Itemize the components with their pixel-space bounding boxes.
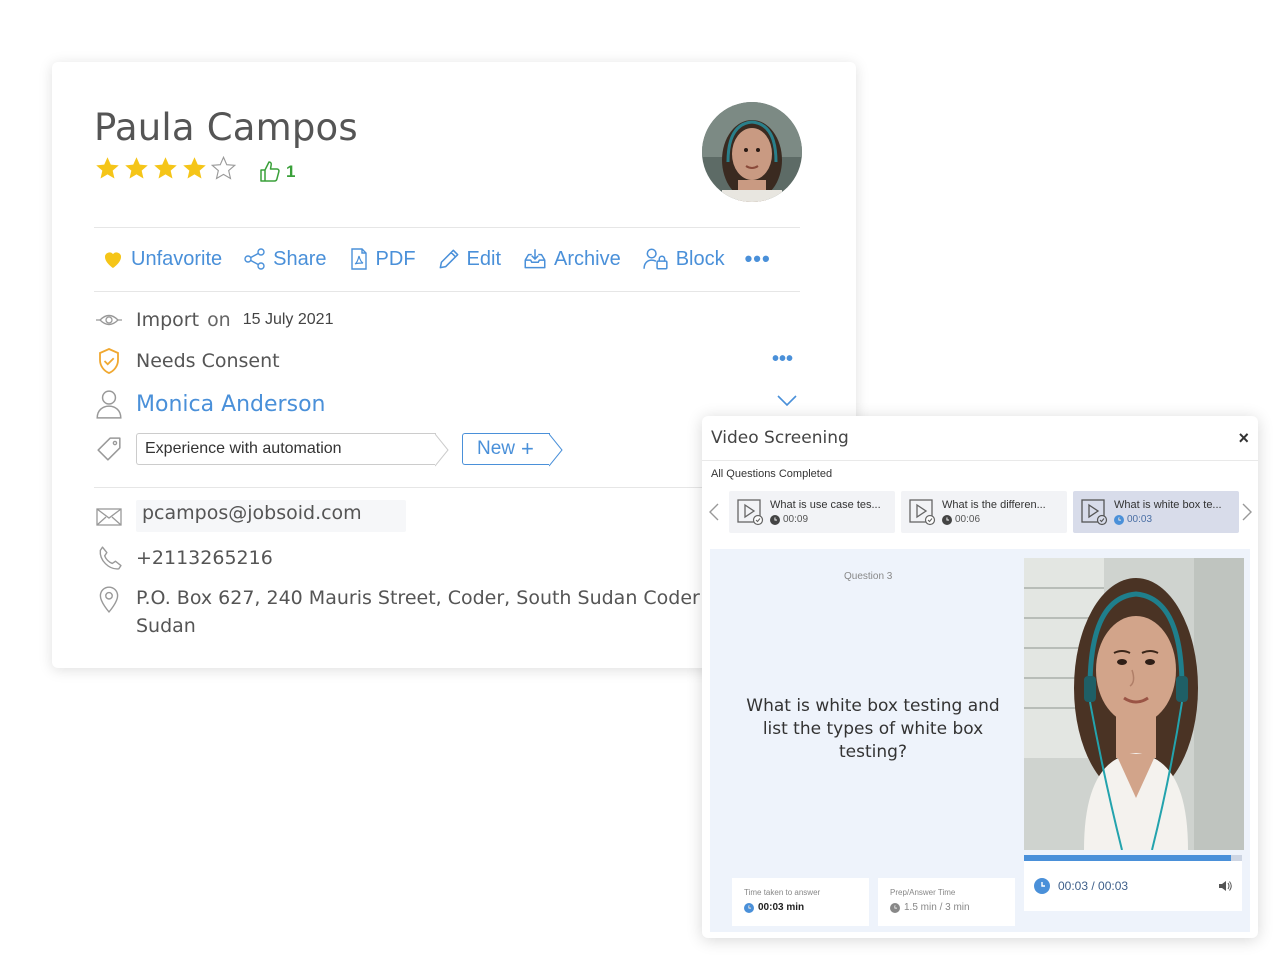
address-row: P.O. Box 627, 240 Mauris Street, Coder, … [94,584,736,640]
question-tab-duration: 00:09 [783,514,809,525]
unfavorite-button[interactable]: Unfavorite [100,247,222,271]
share-button[interactable]: Share [242,247,327,271]
chevron-right-icon[interactable] [1240,502,1254,522]
candidate-avatar [702,102,802,202]
shield-check-icon [99,348,119,374]
like-count: 1 [286,162,296,181]
time-taken-card: Time taken to answer 00:03 min [732,878,869,926]
clock-icon [1034,878,1050,894]
time-taken-value: 00:03 min [758,902,805,913]
question-stage: Question 3 What is white box testing and… [710,549,1250,932]
phone-row: +2113265216 [94,543,273,573]
divider [94,227,800,228]
tag-tip-shape [549,433,563,467]
tags-row: Experience with automation New + [94,433,563,467]
email-row: pcampos@jobsoid.com [94,500,406,532]
new-tag-button[interactable]: New + [462,433,563,467]
question-tab-title: What is white box te... [1114,499,1222,511]
location-pin-icon [99,586,119,613]
video-answer-icon [909,499,936,526]
pdf-icon [350,248,367,270]
video-controls: 00:03 / 00:03 [1024,861,1242,911]
heart-icon [104,252,122,268]
more-actions-button[interactable]: ••• [745,246,771,272]
block-user-icon [643,248,668,270]
address-value: P.O. Box 627, 240 Mauris Street, Coder, … [136,587,730,637]
source-date: 15 July 2021 [242,311,334,328]
like-button[interactable]: 1 [258,160,295,184]
question-tab-duration: 00:06 [955,514,981,525]
question-tab-duration: 00:03 [1127,514,1153,525]
volume-icon[interactable] [1218,880,1232,892]
user-icon [96,390,122,419]
eye-source-icon [96,314,122,326]
block-button[interactable]: Block [641,246,725,272]
clock-icon [770,514,780,525]
edit-button[interactable]: Edit [436,246,501,272]
video-answer-icon [1081,499,1108,526]
chevron-down-icon[interactable] [776,394,798,408]
source-label: Import [136,309,200,331]
divider [94,291,800,292]
clock-icon [942,514,952,525]
question-tab-title: What is the differen... [942,499,1046,511]
phone-value[interactable]: +2113265216 [136,547,273,569]
action-toolbar: Unfavorite Share PDF Edit Archive Block … [100,242,791,276]
source-row: Import on 15 July 2021 [94,305,333,335]
plus-icon: + [521,436,534,461]
chevron-left-icon[interactable] [707,502,721,522]
consent-more-button[interactable]: ••• [772,348,793,371]
video-time: 00:03 / 00:03 [1058,879,1129,893]
archive-button[interactable]: Archive [521,246,621,272]
question-tab[interactable]: What is use case tes... 00:09 [729,491,895,533]
tag-label: Experience with automation [145,440,342,457]
clock-icon [1114,514,1124,525]
clock-icon [890,902,900,913]
star-rating[interactable] [94,155,237,182]
prep-time-value: 1.5 min / 3 min [904,902,970,913]
star-filled-icon[interactable] [123,155,150,182]
clock-icon [744,902,754,913]
archive-icon [524,249,546,269]
divider [702,460,1258,461]
envelope-icon [96,508,122,526]
divider [94,487,800,488]
email-field[interactable]: pcampos@jobsoid.com [136,500,406,532]
phone-icon [99,546,122,570]
star-filled-icon[interactable] [94,155,121,182]
panel-title: Video Screening [711,428,849,448]
tag-icon [97,437,121,461]
pdf-button[interactable]: PDF [347,246,416,272]
tag-tip-shape [435,433,449,467]
video-answer-icon [737,499,764,526]
video-screening-panel: Video Screening × All Questions Complete… [702,416,1258,938]
question-text: What is white box testing and list the t… [746,696,1000,762]
video-player[interactable] [1024,558,1244,850]
source-on-label: on [207,309,231,331]
pencil-icon [439,249,458,269]
time-taken-label: Time taken to answer [744,888,821,897]
close-icon[interactable]: × [1238,428,1249,449]
question-tabs: What is use case tes... 00:09 What is th… [729,491,1239,533]
consent-label: Needs Consent [136,350,280,372]
star-filled-icon[interactable] [152,155,179,182]
prep-time-label: Prep/Answer Time [890,888,956,897]
owner-link[interactable]: Monica Anderson [136,392,325,417]
thumbs-up-icon [260,161,280,182]
star-filled-icon[interactable] [181,155,208,182]
question-tab[interactable]: What is the differen... 00:06 [901,491,1067,533]
question-tab-active[interactable]: What is white box te... 00:03 [1073,491,1239,533]
question-tab-title: What is use case tes... [770,499,881,511]
consent-row: Needs Consent [94,346,280,376]
share-icon [244,248,265,270]
owner-row: Monica Anderson [94,389,325,419]
candidate-name: Paula Campos [94,106,358,149]
question-number: Question 3 [844,571,893,582]
completion-status: All Questions Completed [711,468,833,480]
star-empty-icon[interactable] [210,155,237,182]
prep-time-card: Prep/Answer Time 1.5 min / 3 min [878,878,1015,926]
tag-chip[interactable]: Experience with automation [136,433,449,467]
